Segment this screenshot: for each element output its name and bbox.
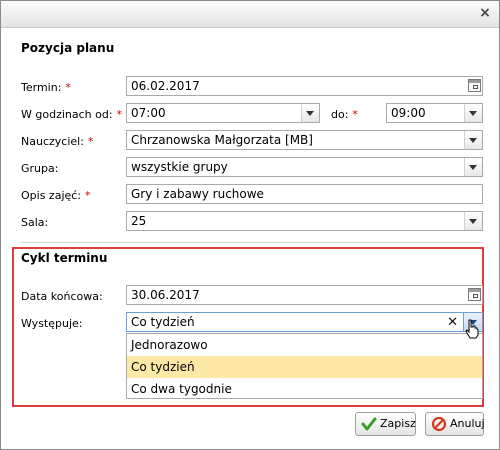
teacher-value: Chrzanowska Małgorzata [MB] — [131, 133, 313, 147]
required-mark: * — [87, 135, 94, 148]
chevron-down-icon[interactable] — [464, 158, 482, 176]
clear-icon[interactable]: ✕ — [447, 314, 458, 331]
godziny-label: W godzinach od: * — [21, 108, 123, 121]
calendar-icon[interactable] — [468, 288, 481, 301]
chevron-down-icon[interactable] — [464, 131, 482, 149]
end-date-value: 30.06.2017 — [131, 288, 200, 302]
termin-value: 06.02.2017 — [131, 79, 200, 93]
occurs-value: Co tydzień — [131, 315, 195, 329]
group-select[interactable]: wszystkie grupy — [126, 157, 483, 177]
section-title-cycle: Cykl terminu — [21, 251, 108, 265]
occurs-label: Występuje: — [21, 317, 83, 330]
occurs-dropdown-list: Jednorazowo Co tydzień Co dwa tygodnie — [126, 333, 483, 399]
room-select[interactable]: 25 — [126, 211, 483, 231]
opis-label: Opis zajęć: * — [21, 189, 91, 202]
end-date-label: Data końcowa: — [21, 290, 103, 303]
chevron-down-icon[interactable] — [301, 104, 319, 122]
divider — [21, 242, 483, 243]
room-value: 25 — [131, 214, 147, 228]
plan-entry-dialog: × Pozycja planu Termin: * 06.02.2017 W go… — [0, 0, 500, 450]
cancel-button[interactable]: Anuluj — [425, 412, 485, 436]
nauczyciel-label: Nauczyciel: * — [21, 135, 94, 148]
close-icon[interactable]: × — [477, 5, 493, 21]
description-input[interactable]: Gry i zabawy ruchowe — [126, 184, 483, 204]
required-mark: * — [352, 108, 358, 121]
cancel-button-label: Anuluj — [450, 417, 485, 430]
group-value: wszystkie grupy — [131, 160, 228, 174]
hand-cursor-icon — [465, 319, 479, 339]
time-from-select[interactable]: 07:00 — [126, 103, 320, 123]
dropdown-option-selected[interactable]: Co tydzień — [127, 356, 482, 378]
save-button-label: Zapisz — [380, 417, 416, 430]
grupa-label: Grupa: — [21, 162, 59, 175]
time-from-value: 07:00 — [131, 106, 166, 120]
calendar-icon[interactable] — [468, 79, 481, 92]
occurs-select[interactable]: Co tydzień ✕ — [126, 312, 483, 332]
time-to-value: 09:00 — [391, 106, 426, 120]
required-mark: * — [116, 108, 123, 121]
section-title-plan: Pozycja planu — [21, 41, 115, 55]
sala-label: Sala: — [21, 216, 49, 229]
time-to-select[interactable]: 09:00 — [386, 103, 483, 123]
chevron-down-icon[interactable] — [464, 104, 482, 122]
required-mark: * — [65, 81, 71, 94]
dropdown-option[interactable]: Co dwa tygodnie — [127, 378, 482, 400]
end-date-field[interactable]: 30.06.2017 — [126, 285, 483, 305]
cancel-icon — [431, 416, 447, 432]
description-value: Gry i zabawy ruchowe — [131, 187, 264, 201]
required-mark: * — [85, 189, 91, 202]
teacher-select[interactable]: Chrzanowska Małgorzata [MB] — [126, 130, 483, 150]
termin-label: Termin: * — [21, 81, 71, 94]
checkmark-icon — [361, 417, 377, 431]
termin-date-field[interactable]: 06.02.2017 — [126, 76, 483, 96]
chevron-down-icon[interactable] — [464, 212, 482, 230]
save-button[interactable]: Zapisz — [355, 412, 416, 436]
time-to-label: do: * — [331, 108, 358, 121]
dialog-titlebar[interactable]: × — [1, 1, 499, 28]
dropdown-option[interactable]: Jednorazowo — [127, 334, 482, 356]
